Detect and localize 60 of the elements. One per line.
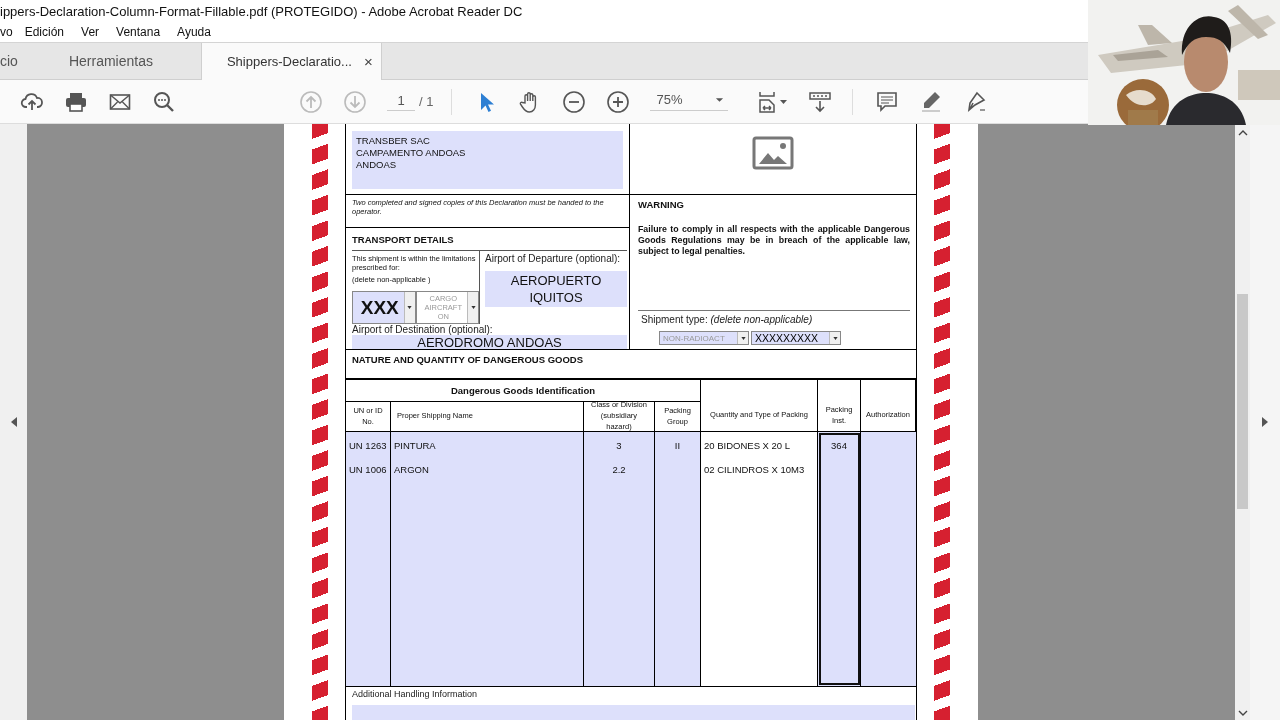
shipment-type-label: Shipment type: (delete non-applicable): [641, 314, 814, 326]
table-column-field[interactable]: PINTURA ARGON: [391, 432, 584, 686]
menu-item[interactable]: Ayuda: [177, 25, 211, 39]
table-column-field[interactable]: 3 2.2: [584, 432, 655, 686]
consignee-field[interactable]: TRANSBER SAC CAMPAMENTO ANDOAS ANDOAS: [352, 131, 623, 189]
scroll-up-icon[interactable]: [1237, 130, 1248, 136]
table-cell: UN 1006: [349, 464, 387, 475]
section-title: NATURE AND QUANTITY OF DANGEROUS GOODS: [352, 354, 583, 366]
destination-field[interactable]: AERODROMO ANDOAS: [352, 334, 627, 349]
tab[interactable]: Shippers-Declaratio... ×: [200, 43, 382, 80]
search-icon[interactable]: [152, 89, 176, 114]
caret-icon: [406, 304, 413, 310]
table-cell: II: [674, 440, 681, 451]
close-icon[interactable]: ×: [363, 53, 373, 70]
caret-icon: [831, 335, 839, 341]
departure-field[interactable]: AEROPUERTO IQUITOS: [485, 270, 627, 307]
aircraft-dropdown[interactable]: XXX: [352, 290, 416, 324]
zoom-out-icon[interactable]: [562, 89, 587, 114]
comment-icon[interactable]: [875, 89, 900, 114]
expand-right-icon[interactable]: [1262, 417, 1268, 427]
table-cell: 2.2: [612, 464, 626, 475]
scroll-mode-icon[interactable]: [808, 89, 833, 114]
table-column-field[interactable]: UN 1263 UN 1006: [346, 432, 391, 686]
image-placeholder-icon[interactable]: [752, 136, 794, 170]
section-title: TRANSPORT DETAILS: [352, 233, 455, 245]
caret-icon: [715, 96, 725, 103]
table-column-field[interactable]: [861, 432, 916, 686]
scroll-down-icon[interactable]: [1237, 710, 1248, 716]
page-total: / 1: [419, 94, 434, 109]
table-cell: 3: [616, 440, 622, 451]
window-title: ippers-Declaration-Column-Format-Fillable.pdf (PROTEGIDO) - Adobe Acrobat Reader DC: [0, 3, 523, 19]
warning-text: Failure to comply in all respects with the applicable Dangerous Goods Regulations may be in breach of the applicable law, subject to legal penalties.: [638, 223, 910, 257]
caret-icon: [469, 304, 477, 310]
tab[interactable]: Herramientas: [50, 43, 171, 79]
table-cell: UN 1263: [349, 440, 387, 451]
caret-icon: [739, 335, 747, 341]
zoom-dropdown[interactable]: 75%: [650, 92, 729, 111]
table-column-field[interactable]: II: [655, 432, 701, 686]
table-cell: 364: [831, 440, 847, 451]
zoom-in-icon[interactable]: [606, 89, 631, 114]
field-label: Airport of Departure (optional):: [485, 252, 622, 264]
table-cell: PINTURA: [394, 440, 436, 451]
menu-item[interactable]: vo: [0, 25, 13, 39]
table-cell: 02 CILINDROS X 10M3: [704, 464, 805, 475]
tab[interactable]: cio: [0, 43, 51, 79]
scrollbar-thumb[interactable]: [1237, 294, 1248, 509]
page-number-field[interactable]: 1: [387, 92, 415, 111]
handling-field[interactable]: [352, 705, 915, 720]
column-group-header: Dangerous Goods Identification: [346, 380, 701, 402]
table-cell: 20 BIDONES X 20 L: [704, 440, 791, 451]
shipment-type-dropdown[interactable]: XXXXXXXXX: [751, 331, 841, 346]
section-title: WARNING: [638, 198, 685, 210]
menu-item[interactable]: Ventana: [116, 25, 161, 39]
table-cell: ARGON: [394, 464, 429, 475]
field-label: Additional Handling Information: [352, 689, 479, 699]
collapse-left-icon[interactable]: [10, 417, 17, 427]
table-column-field[interactable]: 364: [818, 432, 861, 686]
menu-item[interactable]: Ver: [81, 25, 100, 39]
field-label: Airport of Destination (optional):: [352, 323, 494, 335]
menu-item[interactable]: Edición: [24, 25, 65, 39]
